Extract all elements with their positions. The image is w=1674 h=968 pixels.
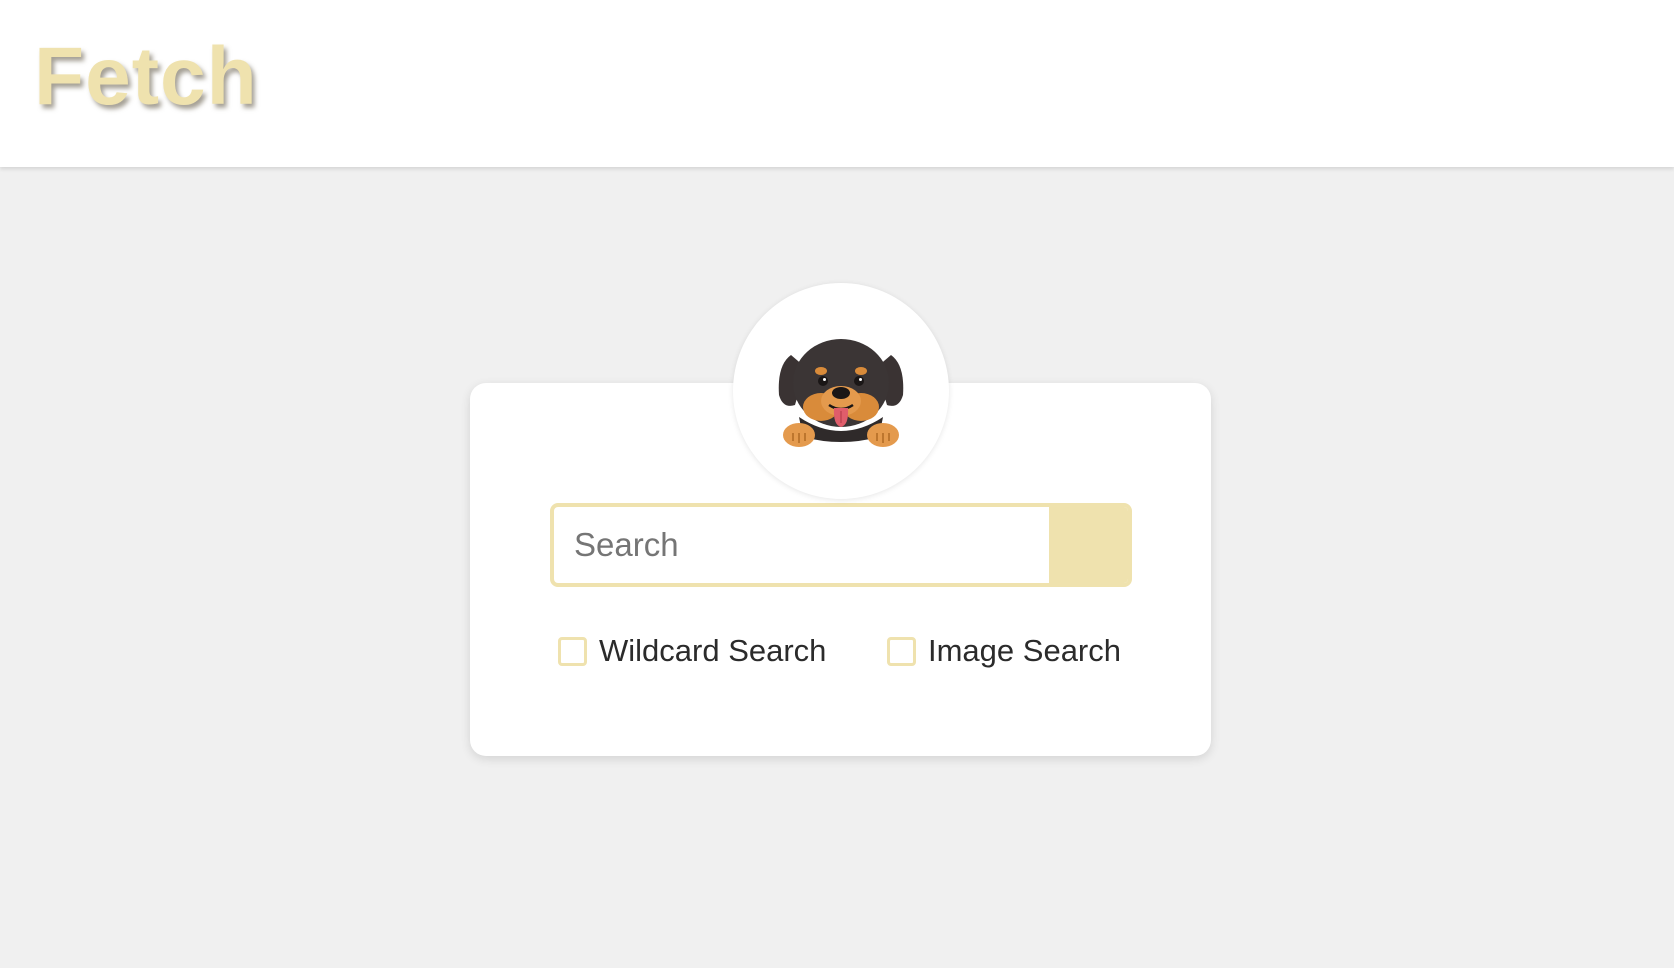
image-search-option[interactable]: Image Search — [887, 633, 1121, 669]
logo-avatar — [733, 283, 949, 499]
search-input[interactable] — [554, 507, 1049, 583]
search-bar — [550, 503, 1132, 587]
search-button[interactable] — [1049, 507, 1128, 583]
wildcard-search-option[interactable]: Wildcard Search — [558, 633, 826, 669]
wildcard-search-checkbox[interactable] — [558, 636, 587, 666]
rottweiler-puppy-icon — [778, 339, 904, 447]
top-header: Fetch — [0, 0, 1674, 167]
image-search-label: Image Search — [928, 633, 1121, 668]
wildcard-search-label: Wildcard Search — [599, 633, 827, 668]
image-search-checkbox[interactable] — [887, 636, 916, 666]
brand-logo[interactable]: Fetch — [34, 36, 258, 118]
